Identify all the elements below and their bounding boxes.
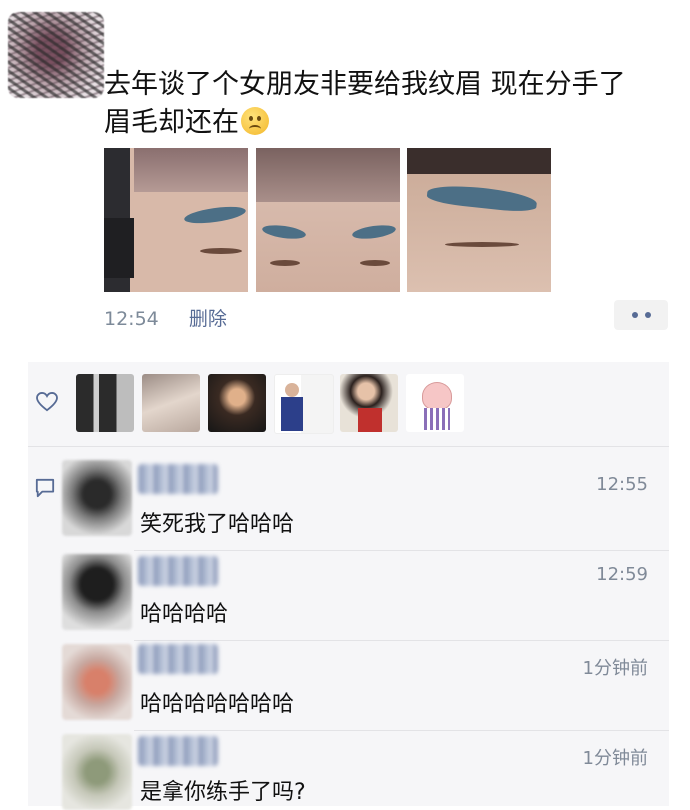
post-time: 12:54 bbox=[104, 308, 159, 330]
post-text-line1: 去年谈了个女朋友非要给我纹眉 现在分手了 bbox=[104, 69, 626, 100]
comment-time: 12:59 bbox=[596, 564, 648, 585]
post-photo-1[interactable] bbox=[104, 148, 248, 292]
comment-icon bbox=[35, 478, 55, 498]
comment-time: 1分钟前 bbox=[582, 658, 648, 679]
dot-icon bbox=[644, 312, 651, 318]
comment-text: 笑死我了哈哈哈 bbox=[140, 512, 295, 537]
like-avatar-3[interactable] bbox=[208, 374, 266, 432]
comment-avatar[interactable] bbox=[62, 644, 132, 720]
comment-time: 12:55 bbox=[596, 474, 648, 495]
likes-divider bbox=[28, 446, 669, 447]
dot-icon bbox=[631, 312, 638, 318]
comment-avatar[interactable] bbox=[62, 554, 132, 630]
like-avatar-5[interactable] bbox=[340, 374, 398, 432]
comment-text: 是拿你练手了吗? bbox=[140, 780, 306, 805]
post-photo-3[interactable] bbox=[407, 148, 551, 292]
poster-avatar[interactable] bbox=[8, 12, 104, 98]
comment-text: 哈哈哈哈 bbox=[140, 602, 229, 627]
commenter-name-blurred[interactable] bbox=[138, 644, 218, 674]
heart-icon bbox=[36, 392, 58, 412]
likes-row bbox=[28, 362, 669, 446]
like-avatar-4[interactable] bbox=[274, 374, 334, 434]
comment-divider bbox=[134, 730, 669, 731]
commenter-name-blurred[interactable] bbox=[138, 556, 218, 586]
like-avatar-2[interactable] bbox=[142, 374, 200, 432]
commenter-name-blurred[interactable] bbox=[138, 736, 218, 766]
post-text-line2: 眉毛却还在 bbox=[104, 107, 239, 138]
comment-divider bbox=[134, 640, 669, 641]
post-meta: 12:54 删除 bbox=[104, 304, 227, 331]
comment-avatar[interactable] bbox=[62, 460, 132, 536]
like-avatar-1[interactable] bbox=[76, 374, 134, 432]
comment-avatar[interactable] bbox=[62, 734, 132, 810]
post-photo-2[interactable] bbox=[256, 148, 400, 292]
commenter-name-blurred[interactable] bbox=[138, 464, 218, 494]
more-actions-button[interactable] bbox=[614, 300, 668, 330]
comment-text: 哈哈哈哈哈哈哈 bbox=[140, 692, 295, 717]
sad-face-emoji-icon bbox=[241, 107, 269, 135]
comment-time: 1分钟前 bbox=[582, 748, 648, 769]
like-avatar-6[interactable] bbox=[406, 374, 464, 432]
post-text: 去年谈了个女朋友非要给我纹眉 现在分手了 眉毛却还在 bbox=[104, 66, 674, 142]
delete-link[interactable]: 删除 bbox=[189, 308, 227, 330]
comment-divider bbox=[134, 550, 669, 551]
post-text-line2-row: 眉毛却还在 bbox=[104, 104, 674, 142]
